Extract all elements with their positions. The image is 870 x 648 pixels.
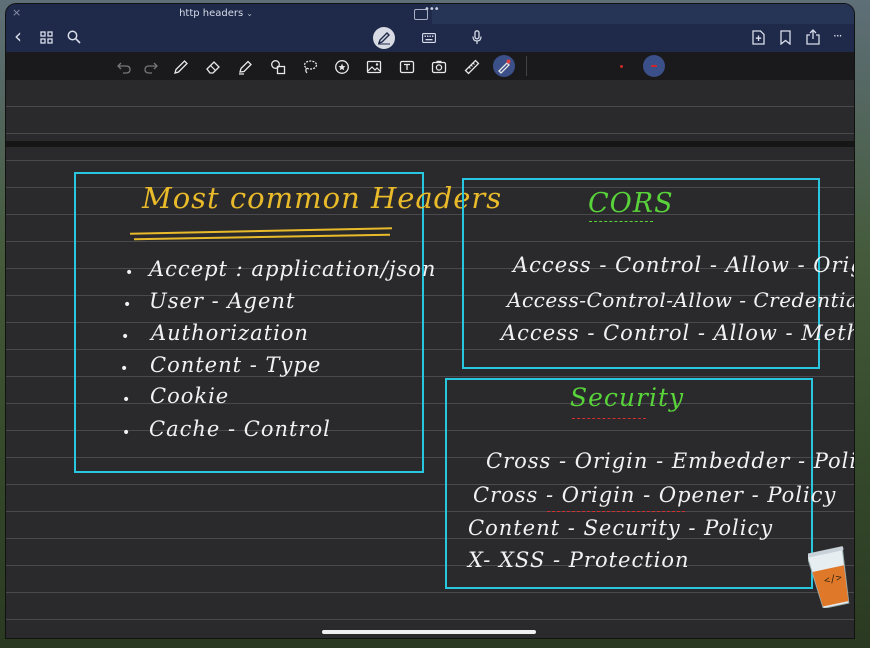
cors-item: Access-Control-Allow - Credentials (507, 288, 854, 312)
color-swatch-red[interactable] (620, 65, 623, 68)
notes-app-window: × http headers ⌄ ••• ‹ ··· Most common H… (6, 4, 854, 638)
back-chevron-icon[interactable]: ‹ (14, 26, 22, 46)
redo-icon[interactable] (143, 59, 159, 75)
shapes-icon[interactable] (270, 59, 286, 75)
spellcheck-underline (572, 418, 646, 419)
keyboard-icon[interactable] (422, 32, 436, 46)
security-item: Cross - Origin - Opener - Policy (473, 483, 837, 507)
header-item: Cache - Control (149, 417, 331, 441)
eraser-icon[interactable] (205, 59, 221, 75)
security-item: X- XSS - Protection (468, 548, 690, 572)
security-item: Cross - Origin - Embedder - Policy (486, 449, 854, 473)
header-item: Cookie (150, 384, 230, 408)
cors-item: Access - Control - Allow - Method (501, 321, 854, 345)
highlighter-icon[interactable] (237, 59, 253, 75)
more-icon[interactable]: ··· (833, 29, 843, 43)
laser-pointer-icon (498, 59, 511, 74)
undo-icon[interactable] (116, 59, 132, 75)
title-bar: × http headers ⌄ ••• (6, 4, 854, 24)
pen-mode-icon[interactable] (373, 27, 395, 49)
microphone-icon[interactable] (472, 30, 482, 48)
title-bar-shade (432, 4, 854, 24)
add-page-icon[interactable] (752, 30, 765, 48)
bullet: • (122, 392, 131, 408)
bullet: • (120, 361, 129, 377)
cors-item: Access - Control - Allow - Origin (513, 253, 854, 277)
share-icon[interactable] (806, 29, 820, 48)
chevron-down-icon: ⌄ (246, 9, 253, 18)
header-item: Accept : application/json (149, 257, 437, 281)
bullet: • (121, 329, 130, 345)
home-indicator[interactable] (322, 630, 536, 634)
page-break (6, 141, 854, 147)
document-title[interactable]: http headers ⌄ (6, 8, 426, 19)
ruler-icon[interactable] (464, 59, 480, 75)
cors-title: CORS (588, 188, 674, 219)
selected-color-mark (651, 65, 657, 67)
camera-icon[interactable] (431, 59, 447, 75)
toolbar-divider (526, 56, 527, 76)
note-canvas[interactable]: Most common Headers • Accept : applicati… (6, 80, 854, 638)
common-headers-title: Most common Headers (142, 181, 503, 215)
multitask-dots-icon[interactable]: ••• (424, 4, 440, 15)
header-item: User - Agent (149, 289, 296, 313)
sticker-icon[interactable] (334, 59, 350, 75)
laser-pointer-tool-selected[interactable] (493, 55, 515, 77)
text-icon[interactable] (399, 59, 415, 75)
header-item: Authorization (151, 321, 309, 345)
bookmark-icon[interactable] (780, 30, 791, 48)
navigation-bar: ‹ ··· (6, 24, 854, 52)
pen-icon[interactable] (173, 59, 189, 75)
spellcheck-underline (547, 511, 685, 512)
lasso-icon[interactable] (302, 59, 318, 75)
color-swatch-selected[interactable] (643, 55, 665, 77)
cors-underline (589, 221, 653, 222)
security-item: Content - Security - Policy (468, 516, 774, 540)
document-title-text: http headers (179, 8, 244, 19)
drawing-toolbar (6, 52, 854, 80)
bullet: • (122, 425, 131, 441)
header-item: Content - Type (150, 353, 322, 377)
grid-icon[interactable] (40, 31, 53, 47)
coffee-cup-sticker: </> (805, 546, 856, 610)
bullet: • (123, 297, 132, 313)
security-title: Security (570, 383, 685, 412)
image-icon[interactable] (366, 59, 382, 75)
bullet: • (125, 265, 134, 281)
search-icon[interactable] (67, 30, 81, 47)
